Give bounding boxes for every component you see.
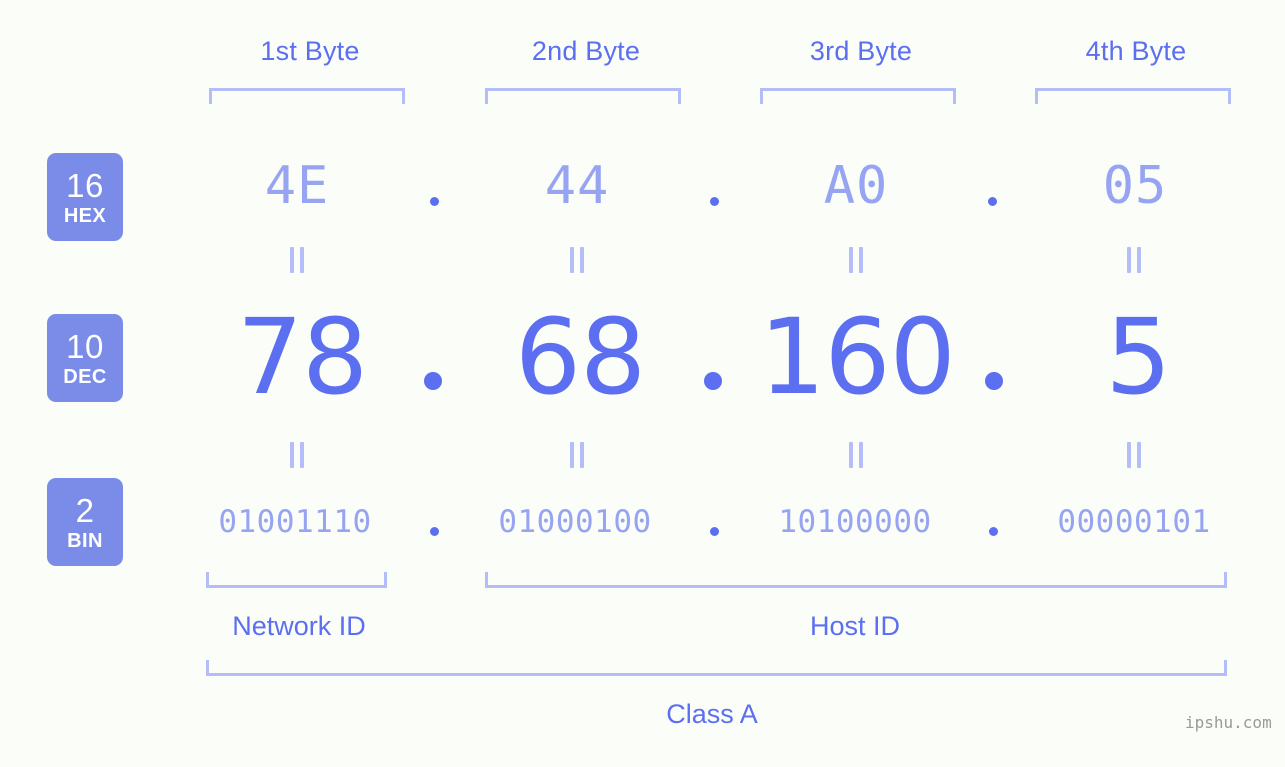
base-badge-bin-abbr: BIN (67, 529, 103, 552)
equals-connector-dec-bin-2 (569, 442, 587, 468)
network-id-bracket (206, 572, 387, 588)
hex-separator-dot-3 (988, 197, 997, 206)
base-badge-dec: 10 DEC (47, 314, 123, 402)
equals-connector-dec-bin-3 (848, 442, 866, 468)
hex-byte-3: A0 (823, 156, 889, 216)
hex-byte-2: 44 (544, 156, 610, 216)
base-badge-hex-number: 16 (66, 166, 104, 204)
bin-separator-dot-1 (430, 527, 439, 536)
hex-separator-dot-1 (430, 197, 439, 206)
base-badge-hex: 16 HEX (47, 153, 123, 241)
bin-byte-1: 01001110 (218, 504, 372, 540)
class-label: Class A (666, 699, 758, 729)
base-badge-bin-number: 2 (75, 491, 95, 529)
class-bracket (206, 660, 1227, 676)
equals-connector-dec-bin-4 (1126, 442, 1144, 468)
byte-header-1: 1st Byte (260, 36, 360, 66)
base-badge-dec-abbr: DEC (63, 365, 107, 388)
hex-separator-dot-2 (710, 197, 719, 206)
bin-byte-2: 01000100 (498, 504, 652, 540)
network-id-label: Network ID (232, 611, 366, 641)
dec-byte-4: 5 (1105, 296, 1171, 418)
dec-byte-3: 160 (759, 296, 956, 418)
byte-bracket-2 (485, 88, 681, 104)
host-id-label: Host ID (809, 611, 901, 641)
dec-separator-dot-2 (704, 372, 722, 390)
equals-connector-hex-dec-3 (848, 247, 866, 273)
base-badge-bin: 2 BIN (47, 478, 123, 566)
ip-breakdown-diagram: 1st Byte 2nd Byte 3rd Byte 4th Byte 16 H… (0, 0, 1285, 767)
byte-header-4: 4th Byte (1085, 36, 1187, 66)
dec-separator-dot-3 (985, 372, 1003, 390)
bin-separator-dot-3 (989, 527, 998, 536)
equals-connector-hex-dec-1 (289, 247, 307, 273)
equals-connector-hex-dec-2 (569, 247, 587, 273)
dec-byte-1: 78 (236, 296, 368, 418)
byte-bracket-3 (760, 88, 956, 104)
byte-header-2: 2nd Byte (531, 36, 641, 66)
equals-connector-dec-bin-1 (289, 442, 307, 468)
hex-byte-1: 4E (264, 156, 330, 216)
dec-separator-dot-1 (424, 372, 442, 390)
base-badge-dec-number: 10 (66, 327, 104, 365)
dec-byte-2: 68 (514, 296, 646, 418)
host-id-bracket (485, 572, 1227, 588)
equals-connector-hex-dec-4 (1126, 247, 1144, 273)
site-watermark: ipshu.com (1185, 713, 1272, 732)
bin-byte-4: 00000101 (1057, 504, 1211, 540)
base-badge-hex-abbr: HEX (63, 204, 107, 227)
byte-header-3: 3rd Byte (809, 36, 913, 66)
bin-separator-dot-2 (710, 527, 719, 536)
byte-bracket-4 (1035, 88, 1231, 104)
byte-bracket-1 (209, 88, 405, 104)
bin-byte-3: 10100000 (778, 504, 932, 540)
hex-byte-4: 05 (1102, 156, 1168, 216)
